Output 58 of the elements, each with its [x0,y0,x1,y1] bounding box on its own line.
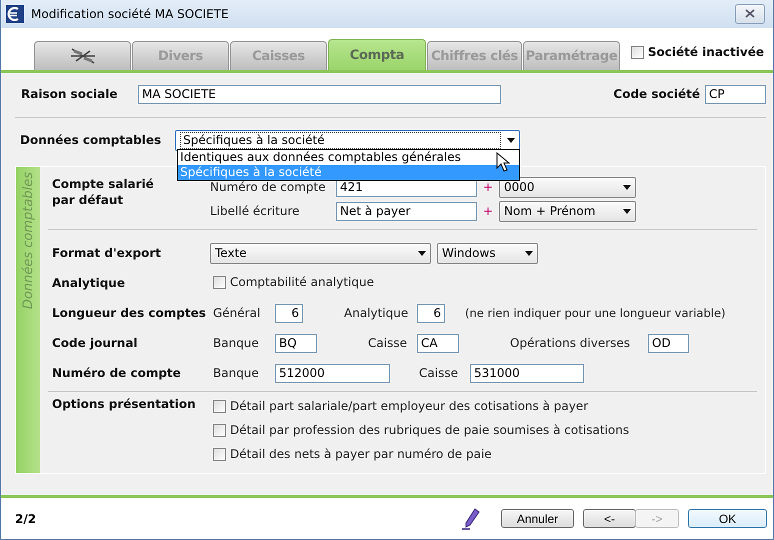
checkbox[interactable]: Détail part salariale/part employeur des cotisations à payer [213,397,630,416]
checkbox[interactable]: Détail par profession des rubriques de paie soumises à cotisations [213,421,630,440]
hint-text: (ne rien indiquer pour une longueur variable) [465,306,726,320]
field-label: Opérations diverses [510,336,632,350]
field-label: Général [213,306,262,320]
row-label: Format d'export [51,246,162,260]
dropdown[interactable]: Nom + Prénom [499,200,636,222]
row-label: Longueur des comptes [51,306,207,320]
app-icon [6,4,24,23]
field-label: Données comptables [20,133,162,148]
button[interactable]: Annuler [501,509,574,528]
input-field[interactable]: BQ [275,334,317,353]
dropdown[interactable]: Texte [210,242,431,264]
company-name-field[interactable]: MA SOCIETE [138,84,501,104]
field-label: Code société [613,87,700,102]
input-field[interactable]: 512000 [275,364,390,383]
button[interactable]: OK [688,509,767,528]
row-label: Code journal [51,336,139,350]
company-code-field[interactable]: CP [705,84,766,104]
side-label: Données comptables [20,172,36,310]
plus-sign: + [482,180,494,194]
row-label: Compte salarié par défaut [51,176,155,210]
field-label: Caisse [368,336,408,350]
pencil-icon[interactable] [461,508,481,530]
caret-icon [525,250,533,256]
field-label: Raison sociale [21,87,119,102]
input-field[interactable]: CA [417,334,459,353]
input-field[interactable]: 6 [275,304,303,323]
dropdown-option[interactable]: Identiques aux données comptables générales [178,150,520,165]
field-label: Banque [213,366,260,380]
input-field[interactable]: 531000 [470,364,584,383]
checkbox[interactable]: Détail des nets à payer par numéro de paie [213,445,630,464]
window-title: Modification société MA SOCIETE [31,6,230,21]
row-label: Numéro de compte [51,366,182,380]
input-field[interactable]: 6 [417,304,445,323]
dropdown[interactable]: Windows [437,242,538,264]
close-button[interactable] [735,4,765,24]
caret-icon [418,250,426,256]
caret-icon [623,184,631,190]
close-icon [745,9,755,18]
page-counter: 2/2 [15,512,36,526]
caret-icon [507,138,516,143]
plus-sign: + [482,204,494,218]
field-label: Banque [213,336,260,350]
dropdown[interactable]: 0000 [499,176,636,198]
button[interactable]: <- [583,509,636,528]
row-label: Analytique [51,276,126,290]
input-field[interactable]: OD [648,334,689,353]
field-label: Analytique [344,306,410,320]
row-label: Options présentation [51,397,197,414]
input-field[interactable]: Net à payer [336,202,477,221]
dropdown[interactable]: Spécifiques à la société [175,130,520,151]
field-label: Caisse [419,366,459,380]
caret-icon [623,208,631,214]
checkbox[interactable]: Comptabilité analytique [213,275,374,290]
tab[interactable]: Compta [328,39,426,70]
tab[interactable] [34,41,131,70]
cursor-icon [496,152,510,172]
